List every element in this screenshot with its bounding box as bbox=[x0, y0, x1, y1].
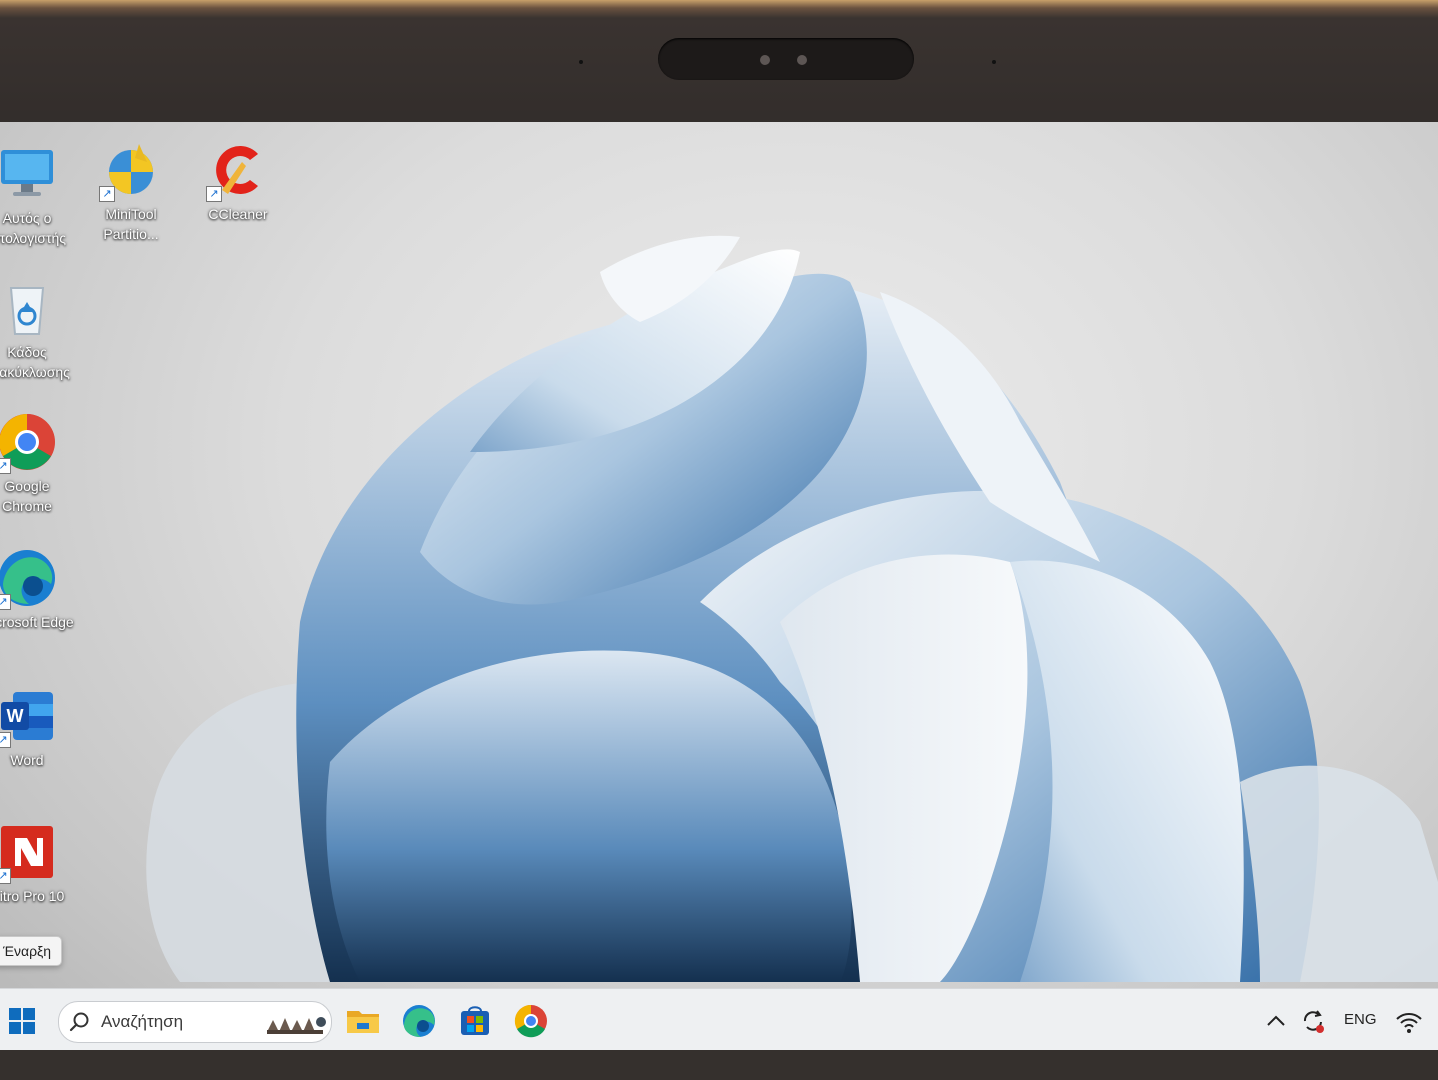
monitor-bezel-top bbox=[0, 0, 1438, 130]
shortcut-arrow-icon: ↗ bbox=[0, 458, 11, 474]
webcam-lens bbox=[797, 55, 807, 65]
search-highlight-icon bbox=[267, 1017, 326, 1034]
desktop-icon-nitro-pro[interactable]: ↗ Nitro Pro 10 bbox=[0, 822, 82, 906]
desktop-icon-recycle-bin[interactable]: Κάδος ανακύκλωσης bbox=[0, 278, 82, 382]
webcam-housing bbox=[658, 38, 914, 80]
input-language-indicator[interactable]: ENG bbox=[1344, 1011, 1377, 1028]
shortcut-arrow-icon: ↗ bbox=[0, 594, 11, 610]
desktop-icon-label: CCleaner bbox=[208, 206, 268, 222]
desktop-icon-label: Κάδος bbox=[7, 344, 47, 360]
word-icon: W ↗ bbox=[0, 686, 57, 748]
desktop-icon-word[interactable]: W ↗ Word bbox=[0, 686, 82, 770]
microsoft-store-button[interactable] bbox=[455, 1001, 495, 1041]
desktop-icon-google-chrome[interactable]: ↗ Google Chrome bbox=[0, 412, 82, 516]
desktop-icon-this-pc[interactable]: Αυτός ο υπολογιστής bbox=[0, 144, 82, 248]
wifi-icon bbox=[1396, 1013, 1422, 1033]
start-button[interactable] bbox=[2, 1001, 42, 1041]
desktop-icon-minitool[interactable]: ↗ MiniTool Partitio... bbox=[76, 140, 186, 244]
chrome-icon: ↗ bbox=[0, 412, 57, 474]
taskbar-search-box[interactable]: Αναζήτηση bbox=[58, 1001, 332, 1043]
minitool-partition-icon: ↗ bbox=[99, 140, 161, 202]
svg-text:W: W bbox=[7, 706, 24, 726]
microphone-hole bbox=[992, 60, 996, 64]
desktop-icon-label: MiniTool bbox=[105, 206, 157, 222]
show-hidden-icons-button[interactable] bbox=[1262, 1001, 1290, 1041]
search-placeholder: Αναζήτηση bbox=[101, 1012, 184, 1031]
desktop-icon-label: Αυτός ο bbox=[2, 210, 52, 226]
monitor-bezel-bottom bbox=[0, 1050, 1438, 1080]
desktop-icon-label: υπολογιστής bbox=[0, 230, 67, 246]
desktop-icon-label: Google bbox=[4, 478, 50, 494]
search-icon bbox=[69, 1012, 89, 1032]
ccleaner-icon: ↗ bbox=[206, 140, 268, 202]
desktop-icon-label: Word bbox=[10, 752, 44, 768]
microphone-hole bbox=[579, 60, 583, 64]
windows-logo-icon bbox=[9, 1008, 35, 1034]
desktop-icon-label: ανακύκλωσης bbox=[0, 364, 70, 380]
windows-bloom-wallpaper bbox=[146, 235, 1438, 982]
taskbar: Αναζήτηση ENG bbox=[0, 988, 1438, 1052]
edge-taskbar-button[interactable] bbox=[399, 1001, 439, 1041]
start-tooltip: Έναρξη bbox=[0, 936, 63, 966]
network-tray-button[interactable] bbox=[1392, 1001, 1426, 1041]
desktop-screen: Αυτός ο υπολογιστής ↗ MiniTool Partitio.… bbox=[0, 122, 1438, 1052]
desktop-icon-label: Chrome bbox=[2, 498, 52, 514]
sync-icon bbox=[1303, 1010, 1324, 1033]
desktop-icon-label: Nitro Pro 10 bbox=[0, 888, 65, 904]
webcam-lens bbox=[760, 55, 770, 65]
desktop-icon-ccleaner[interactable]: ↗ CCleaner bbox=[183, 140, 293, 224]
edge-icon bbox=[403, 1005, 435, 1037]
microsoft-store-icon bbox=[461, 1006, 489, 1035]
chrome-taskbar-button[interactable] bbox=[511, 1001, 551, 1041]
shortcut-arrow-icon: ↗ bbox=[206, 186, 222, 202]
desktop-icon-label: Microsoft Edge bbox=[0, 614, 74, 630]
file-explorer-button[interactable] bbox=[343, 1001, 383, 1041]
monitor-icon bbox=[0, 144, 57, 204]
nitro-pro-icon: ↗ bbox=[0, 822, 57, 884]
chrome-icon bbox=[514, 1004, 547, 1038]
desktop-icon-microsoft-edge[interactable]: ↗ Microsoft Edge bbox=[0, 548, 82, 632]
shortcut-arrow-icon: ↗ bbox=[0, 868, 11, 884]
chevron-up-icon bbox=[1267, 1015, 1285, 1026]
shortcut-arrow-icon: ↗ bbox=[0, 732, 11, 748]
recycle-bin-icon bbox=[0, 278, 57, 338]
file-explorer-icon bbox=[347, 1011, 379, 1033]
sync-tray-button[interactable] bbox=[1296, 1001, 1330, 1041]
shortcut-arrow-icon: ↗ bbox=[99, 186, 115, 202]
edge-icon: ↗ bbox=[0, 548, 57, 610]
desktop-icon-label: Partitio... bbox=[103, 226, 159, 242]
